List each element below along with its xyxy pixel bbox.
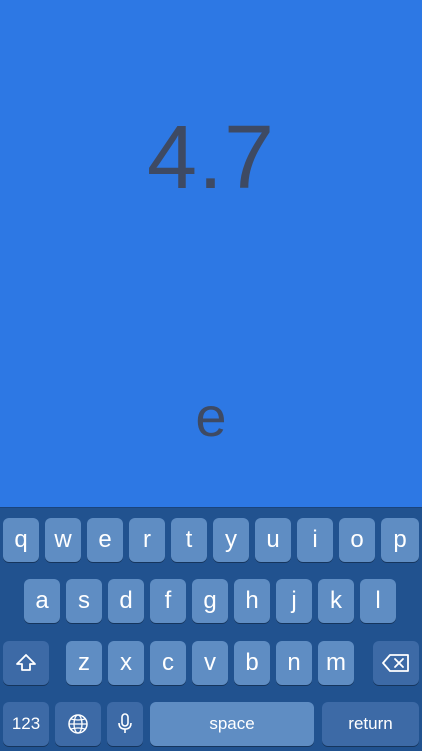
shift-key[interactable]: [3, 641, 49, 685]
globe-key[interactable]: [55, 702, 101, 746]
key-f[interactable]: f: [150, 579, 186, 623]
key-r[interactable]: r: [129, 518, 165, 562]
key-a[interactable]: a: [24, 579, 60, 623]
key-b[interactable]: b: [234, 641, 270, 685]
key-u[interactable]: u: [255, 518, 291, 562]
key-y[interactable]: y: [213, 518, 249, 562]
backspace-icon: [382, 653, 410, 673]
key-k[interactable]: k: [318, 579, 354, 623]
main-display: 4.7 e: [0, 0, 422, 507]
key-t[interactable]: t: [171, 518, 207, 562]
key-c[interactable]: c: [150, 641, 186, 685]
key-i[interactable]: i: [297, 518, 333, 562]
key-e[interactable]: e: [87, 518, 123, 562]
return-key[interactable]: return: [322, 702, 419, 746]
key-m[interactable]: m: [318, 641, 354, 685]
current-letter: e: [195, 385, 227, 448]
key-v[interactable]: v: [192, 641, 228, 685]
key-h[interactable]: h: [234, 579, 270, 623]
key-g[interactable]: g: [192, 579, 228, 623]
shift-icon: [15, 652, 37, 674]
microphone-icon: [117, 712, 133, 736]
numbers-key[interactable]: 123: [3, 702, 49, 746]
key-d[interactable]: d: [108, 579, 144, 623]
dictation-key[interactable]: [107, 702, 143, 746]
keyboard: q w e r t y u i o p a s d f g h j k l z …: [0, 507, 422, 751]
key-n[interactable]: n: [276, 641, 312, 685]
globe-icon: [67, 713, 89, 735]
key-q[interactable]: q: [3, 518, 39, 562]
score-value: 4.7: [146, 108, 276, 208]
key-z[interactable]: z: [66, 641, 102, 685]
key-o[interactable]: o: [339, 518, 375, 562]
key-j[interactable]: j: [276, 579, 312, 623]
key-s[interactable]: s: [66, 579, 102, 623]
key-x[interactable]: x: [108, 641, 144, 685]
key-w[interactable]: w: [45, 518, 81, 562]
delete-key[interactable]: [373, 641, 419, 685]
key-l[interactable]: l: [360, 579, 396, 623]
space-key[interactable]: space: [150, 702, 314, 746]
key-p[interactable]: p: [381, 518, 419, 562]
